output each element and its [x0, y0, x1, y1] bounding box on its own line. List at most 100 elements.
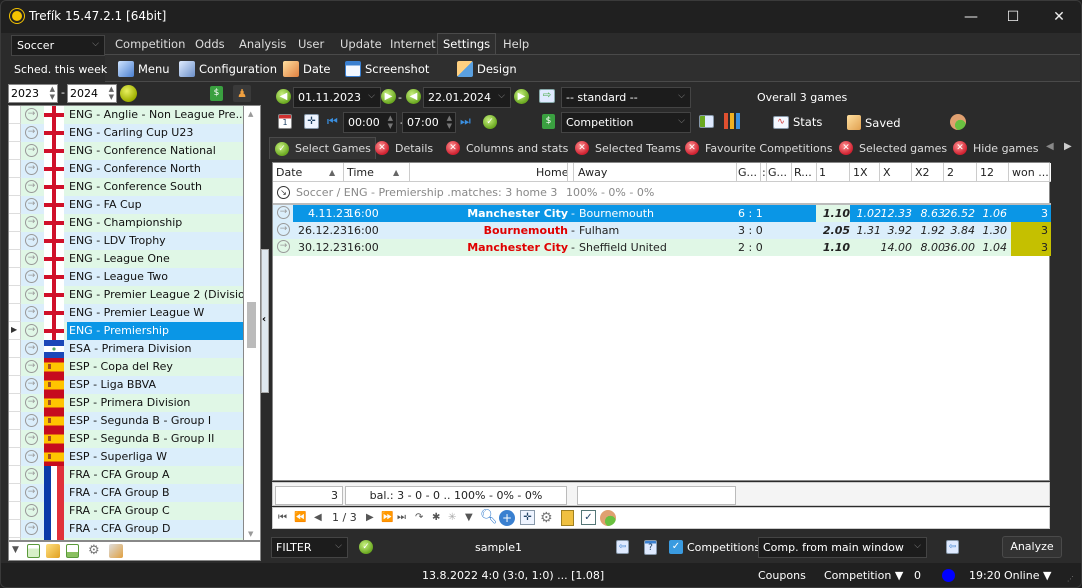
wand-icon[interactable] [46, 544, 60, 558]
menu-settings[interactable]: Settings [437, 33, 497, 55]
close-tab-icon[interactable]: ✕ [575, 141, 589, 155]
competition-list-item[interactable]: → ENG - Conference National [9, 142, 243, 160]
games-grid[interactable]: Date ▲ Time ▲ Home Away G... : G... R...… [272, 162, 1051, 481]
menu-button[interactable]: Menu [118, 61, 170, 77]
columns-icon[interactable] [699, 115, 714, 128]
go-arrow-icon[interactable]: → [25, 180, 38, 193]
competition-list-item[interactable]: → FRA - CFA Group A [9, 466, 243, 484]
competition-list-item[interactable]: → ESP - Primera Division [9, 394, 243, 412]
tab-hide-games[interactable]: ✕ Hide games [953, 141, 1039, 155]
arrow-left-icon[interactable]: ⇦ [946, 540, 959, 554]
refresh-icon[interactable]: ↷ [415, 512, 423, 523]
go-arrow-icon[interactable]: → [277, 240, 290, 253]
col-goals-away[interactable]: G... [768, 166, 787, 179]
time-to-spinner[interactable]: 07:00 ▲ ▼ [402, 112, 456, 133]
currency-icon[interactable] [600, 510, 616, 526]
competitions-source-select[interactable]: Comp. from main window ⌵ [758, 537, 927, 558]
competition-list-item[interactable]: → ENG - Championship [9, 214, 243, 232]
minimize-button[interactable]: — [956, 7, 986, 27]
go-arrow-icon[interactable]: → [25, 522, 38, 535]
competition-list-item[interactable]: → ESA - Primera Division [9, 340, 243, 358]
bar-chart-icon[interactable] [724, 113, 740, 129]
saved-button[interactable]: Saved [847, 115, 901, 130]
tab-details[interactable]: ✕ Details [375, 141, 433, 155]
date-to-next-icon[interactable]: ▶ [514, 89, 529, 104]
close-button[interactable]: ✕ [1044, 7, 1074, 27]
filter-select[interactable]: FILTER ⌵ [271, 537, 348, 558]
go-arrow-icon[interactable]: → [25, 234, 38, 247]
menu-user[interactable]: User [298, 37, 324, 51]
go-arrow-icon[interactable]: → [25, 504, 38, 517]
date-to-prev-icon[interactable]: ◀ [406, 89, 421, 104]
online-status-dropdown[interactable]: Online ▼ [1004, 569, 1051, 582]
go-arrow-icon[interactable]: → [25, 378, 38, 391]
competition-list-item[interactable]: → ENG - League Two [9, 268, 243, 286]
go-arrow-icon[interactable]: → [25, 450, 38, 463]
season-to-spinner[interactable]: 2024 ▲ ▼ [67, 84, 117, 103]
season-from-spinner[interactable]: 2023 ▲ ▼ [8, 84, 58, 103]
go-arrow-icon[interactable]: → [25, 324, 38, 337]
competition-list-item[interactable]: → FRA - CFA Group D [9, 520, 243, 538]
sched-this-week-button[interactable]: Sched. this week [14, 63, 107, 76]
go-arrow-icon[interactable]: → [25, 270, 38, 283]
col-odds-1[interactable]: 1 [819, 166, 826, 179]
analyze-button[interactable]: Analyze [1002, 536, 1062, 558]
close-tab-icon[interactable]: ✕ [446, 141, 460, 155]
money-icon[interactable]: $ [542, 114, 555, 129]
col-date[interactable]: Date [276, 166, 302, 179]
competition-list-item[interactable]: → ESP - Superliga W [9, 448, 243, 466]
competition-list-item[interactable]: → ENG - Anglie - Non League Pre... [9, 106, 243, 124]
competition-list-item[interactable]: → ENG - Carling Cup U23 [9, 124, 243, 142]
scroll-thumb[interactable] [247, 302, 256, 348]
tennis-ball-icon[interactable] [120, 85, 137, 102]
go-arrow-icon[interactable]: → [25, 252, 38, 265]
tab-selected-teams[interactable]: ✕ Selected Teams [575, 141, 681, 155]
confirm-time-icon[interactable]: ✓ [483, 115, 497, 129]
panel-splitter[interactable]: ‹ [261, 249, 269, 393]
go-arrow-icon[interactable]: → [25, 342, 38, 355]
close-tab-icon[interactable]: ✕ [685, 141, 699, 155]
game-row[interactable]: → 30.12.23 16:00 Manchester City - Sheffield … [273, 239, 1051, 256]
go-arrow-icon[interactable]: → [25, 216, 38, 229]
spinner-arrows-icon[interactable]: ▲ ▼ [109, 85, 114, 101]
competition-list-item[interactable]: → ENG - League One [9, 250, 243, 268]
competition-list-item[interactable]: → ESP - Segunda B - Group I [9, 412, 243, 430]
date-from-picker[interactable]: 01.11.2023 ⌵ [293, 87, 381, 108]
go-arrow-icon[interactable]: → [25, 144, 38, 157]
first-record-icon[interactable]: ⏮ [278, 512, 287, 523]
competitions-checkbox[interactable]: ✓ [669, 540, 683, 554]
maximize-button[interactable]: ☐ [998, 7, 1028, 27]
asterisk-icon[interactable]: ✱ [432, 512, 440, 523]
funnel-db-icon[interactable] [109, 544, 123, 558]
money-icon[interactable]: $ [210, 86, 223, 101]
group-row[interactable]: ↘ Soccer / ENG - Premiership .matches: 3… [273, 183, 1051, 203]
close-tab-icon[interactable]: ✕ [375, 141, 389, 155]
design-button[interactable]: Design [457, 61, 517, 77]
close-tab-icon[interactable]: ✕ [839, 141, 853, 155]
filter-icon[interactable]: ▼ [12, 545, 19, 555]
go-arrow-icon[interactable]: → [25, 414, 38, 427]
col-odds-x[interactable]: X [883, 166, 891, 179]
competition-list-item[interactable]: → FRA - CFA Group B [9, 484, 243, 502]
layout-icon[interactable] [27, 544, 40, 558]
checkbox-icon[interactable]: ✓ [581, 510, 596, 525]
coupons-button[interactable]: Coupons [758, 569, 806, 582]
competition-list-scrollbar[interactable]: ▲ ▼ [244, 105, 261, 541]
currency-icon[interactable] [950, 114, 966, 130]
go-arrow-icon[interactable]: → [25, 108, 38, 121]
collapse-group-icon[interactable]: ↘ [277, 186, 290, 199]
go-arrow-icon[interactable]: → [277, 223, 290, 236]
game-row[interactable]: → 4.11.23 16:00 Manchester City - Bournemouth… [273, 205, 1051, 222]
sport-select[interactable]: Soccer ⌵ [11, 35, 105, 56]
competition-list-item[interactable]: → ENG - FA Cup [9, 196, 243, 214]
competition-list-item[interactable]: → ENG - Premier League W [9, 304, 243, 322]
apply-preset-icon[interactable]: ⇨ [539, 89, 555, 103]
tab-favourite-competitions[interactable]: ✕ Favourite Competitions [685, 141, 832, 155]
menu-update[interactable]: Update [340, 37, 382, 51]
col-odds-12[interactable]: 12 [980, 166, 994, 179]
col-time[interactable]: Time [347, 166, 374, 179]
menu-odds[interactable]: Odds [195, 37, 225, 51]
tabs-scroll-left-icon[interactable]: ◀ [1046, 141, 1054, 152]
help-icon[interactable]: ? [644, 540, 657, 555]
skip-start-icon[interactable]: ⏮ [327, 114, 338, 129]
